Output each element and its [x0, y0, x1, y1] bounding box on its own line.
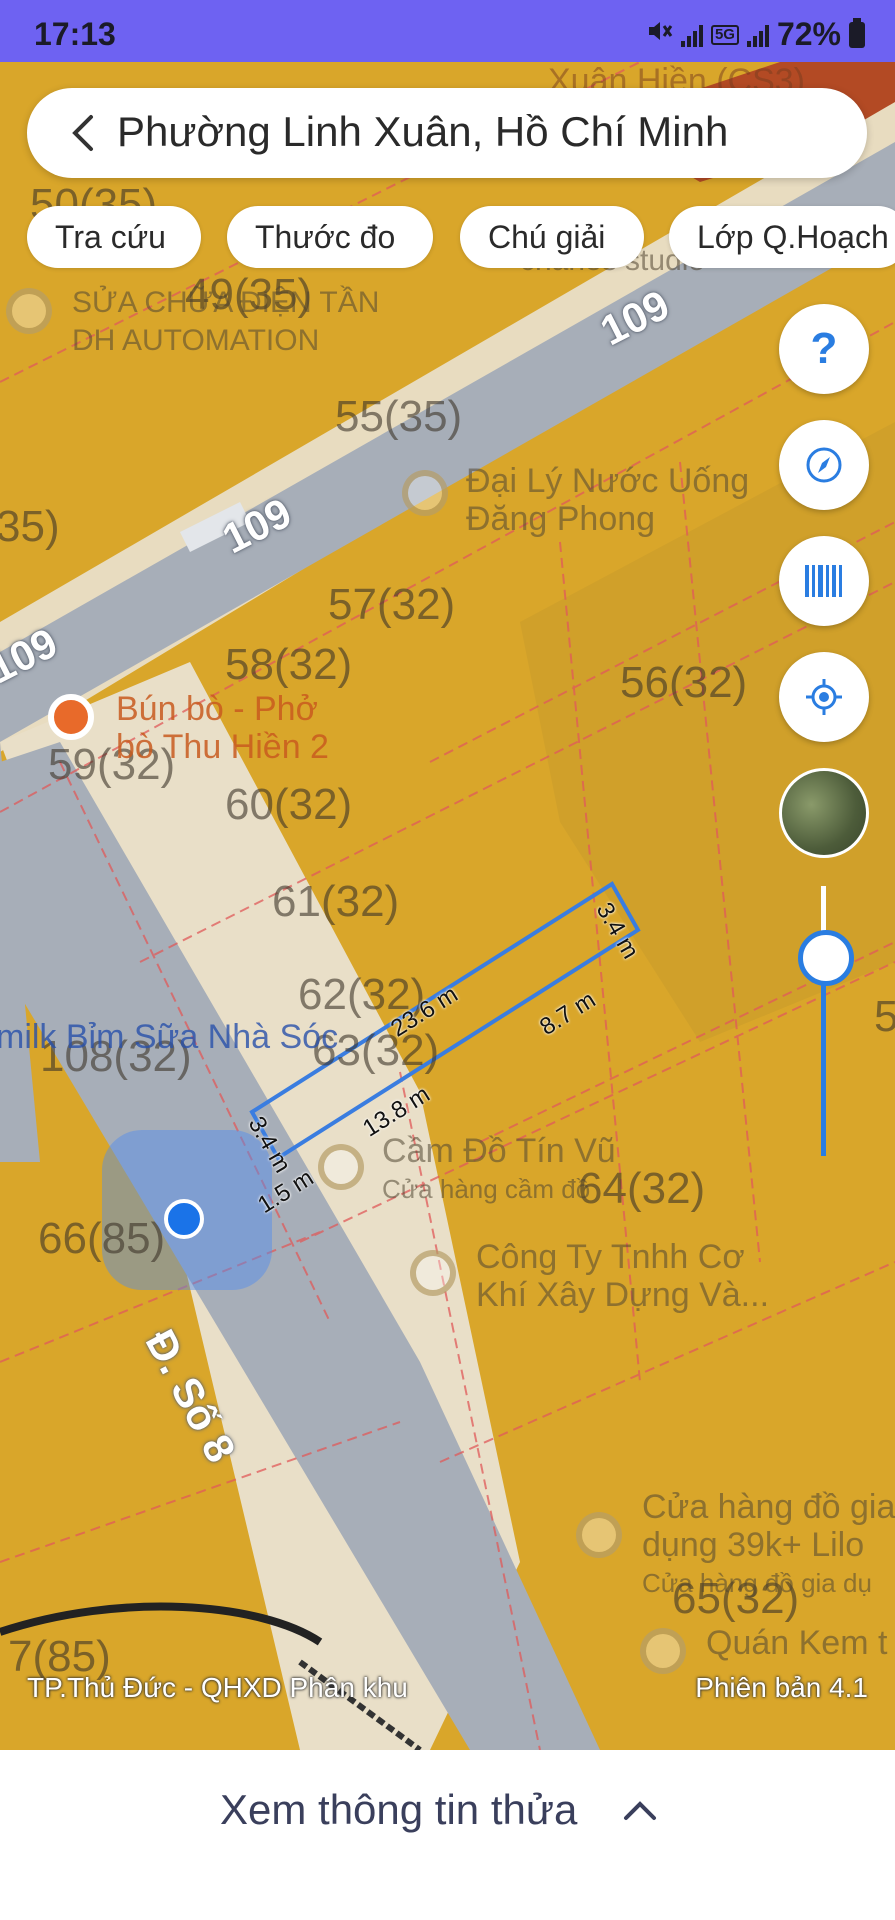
chip-planning-layer[interactable]: Lớp Q.Hoạch: [669, 206, 895, 268]
battery-percent: 72%: [776, 16, 841, 52]
plot-label: 55: [874, 992, 895, 1041]
shop-icon[interactable]: [318, 1144, 364, 1190]
help-button[interactable]: ?: [779, 304, 869, 394]
poi-label[interactable]: Công Ty Tnhh Cơ Khí Xây Dựng Và...: [476, 1238, 769, 1314]
plot-label: 56(32): [620, 658, 748, 707]
compass-icon: [806, 447, 842, 483]
chip-ruler[interactable]: Thước đo: [227, 206, 433, 268]
signal-icon-2: [746, 23, 769, 47]
bottom-panel[interactable]: Xem thông tin thửa: [0, 1750, 895, 1920]
restaurant-icon[interactable]: [48, 694, 94, 740]
view-parcel-info-button[interactable]: Xem thông tin thửa: [220, 1786, 577, 1834]
poi-label[interactable]: SỬA CHỮA ĐIỆN TẦN DH AUTOMATION: [72, 284, 379, 360]
map-view[interactable]: 50(35) 49(35) 55(35) 35) 57(32) 58(32) 5…: [0, 62, 895, 1750]
plot-label: 66(85): [38, 1214, 166, 1263]
plot-label: 60(32): [225, 780, 353, 829]
my-location-button[interactable]: [779, 652, 869, 742]
chevron-up-icon[interactable]: [622, 1798, 658, 1822]
poi-label[interactable]: Đại Lý Nước Uống Đăng Phong: [466, 462, 749, 538]
chip-lookup[interactable]: Tra cứu: [27, 206, 201, 268]
poi-label[interactable]: Cửa hàng đồ gia dụng 39k+ Lilo Cửa hàng …: [642, 1488, 895, 1602]
location-title[interactable]: Phường Linh Xuân, Hồ Chí Minh: [117, 108, 728, 156]
signal-icon: [680, 23, 703, 47]
back-arrow-icon[interactable]: [65, 113, 105, 153]
status-bar: 17:13 5G 72%: [0, 0, 895, 62]
poi-pin-icon[interactable]: [6, 288, 52, 334]
crosshair-icon: [806, 679, 842, 715]
poi-name: Cầm Đồ Tín Vũ: [382, 1132, 616, 1170]
poi-pin-icon[interactable]: [640, 1628, 686, 1674]
poi-pin-icon[interactable]: [402, 470, 448, 516]
help-icon: ?: [810, 324, 838, 373]
mute-icon: [645, 16, 673, 53]
compass-button[interactable]: [779, 420, 869, 510]
barcode-icon: [805, 565, 842, 597]
poi-sub: Cửa hàng đồ gia dụ: [642, 1568, 872, 1598]
poi-label[interactable]: Cầm Đồ Tín Vũ Cửa hàng cầm đồ: [382, 1132, 616, 1208]
poi-label[interactable]: milk Bỉm Sữa Nhà Sóc: [0, 1018, 338, 1056]
poi-label[interactable]: Quán Kem t: [706, 1624, 887, 1662]
shop-icon[interactable]: [576, 1512, 622, 1558]
status-icons: 5G 72%: [645, 16, 865, 53]
plot-label: 35): [0, 502, 60, 551]
chip-legend[interactable]: Chú giải: [460, 206, 644, 268]
plot-label: 55(35): [335, 392, 463, 441]
barcode-button[interactable]: [779, 536, 869, 626]
plot-label: 58(32): [225, 640, 353, 689]
battery-icon: [849, 17, 865, 48]
poi-name: Cửa hàng đồ gia dụng 39k+ Lilo: [642, 1488, 895, 1564]
network-type: 5G: [710, 24, 739, 45]
planning-source-label: TP.Thủ Đức - QHXD Phân khu: [27, 1672, 408, 1703]
version-label: Phiên bản 4.1: [695, 1672, 868, 1703]
poi-label[interactable]: Bún bò - Phở bò Thu Hiền 2: [116, 690, 329, 766]
search-bar[interactable]: Phường Linh Xuân, Hồ Chí Minh: [27, 88, 867, 178]
poi-pin-icon[interactable]: [410, 1250, 456, 1296]
status-time: 17:13: [34, 16, 116, 52]
opacity-slider-thumb[interactable]: [798, 930, 854, 986]
poi-sub: Cửa hàng cầm đồ: [382, 1174, 591, 1204]
plot-label: 57(32): [328, 580, 456, 629]
plot-label: 61(32): [272, 877, 400, 926]
satellite-layer-button[interactable]: [779, 768, 869, 858]
